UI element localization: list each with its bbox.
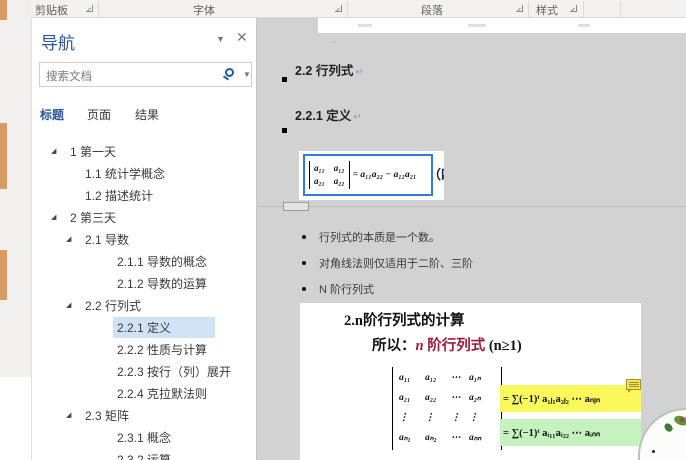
nav-tree-item[interactable]: ◢ 1.1 统计学概念 xyxy=(32,162,256,184)
comment-icon[interactable] xyxy=(626,379,641,393)
dialog-launcher-icon[interactable] xyxy=(335,5,342,12)
tab-headings[interactable]: 标题 xyxy=(40,106,64,123)
navigation-tabs: 标题 页面 结果 xyxy=(32,104,256,124)
bullet-item: 行列式的本质是一个数。 xyxy=(302,229,440,244)
dialog-launcher-icon[interactable] xyxy=(86,5,93,12)
matrix-cell: ⋮ xyxy=(451,413,461,423)
doc-heading-2-2: 2.2 行列式 ↵ xyxy=(295,64,364,78)
slide-subtitle: 所以：n 阶行列式 (n≥1) xyxy=(372,338,522,354)
tab-pages[interactable]: 页面 xyxy=(87,106,111,123)
chevron-down-icon[interactable]: ▼ xyxy=(216,34,225,44)
nav-tree-item[interactable]: ◢ 1.2 描述统计 xyxy=(32,184,256,206)
word-window: 剪贴板 字体 段落 样式 导航 ▼ ✕ 搜索文档 ▼ 标题 页面 结果 ◢ 1 … xyxy=(0,0,686,460)
ribbon-group-labels: 剪贴板 字体 段落 样式 xyxy=(31,0,686,18)
expand-triangle-icon[interactable]: ◢ xyxy=(51,213,60,221)
nav-tree-item[interactable]: ◢ 2.3.2 运算 xyxy=(32,448,256,460)
pilcrow-mark: ↵ xyxy=(355,67,364,78)
dropdown-caret-icon[interactable]: ▼ xyxy=(243,70,251,79)
nav-tree-item[interactable]: ◢ 2.2.2 性质与计算 xyxy=(32,338,256,360)
matrix-cell: aₙ₂ xyxy=(425,433,437,443)
determinant-nxn: a₁₁ a₁₂ ⋯ a₁ₙ a₂₁ a₂₂ ⋯ a₂ₙ ⋮ ⋮ ⋮ ⋮ aₙ₁ aₙ₂ ⋯ aₙₙ xyxy=(392,367,502,450)
nav-tree-item[interactable]: ◢ 2.2 行列式 xyxy=(32,294,256,316)
page-break-line[interactable] xyxy=(258,206,686,207)
page-break-tab[interactable] xyxy=(283,202,309,211)
nav-tree-item[interactable]: ◢ 2 第三天 xyxy=(32,206,256,228)
matrix-cell: ⋯ xyxy=(451,373,461,383)
nav-tree-item[interactable]: ◢ 2.2.3 按行（列）展开 xyxy=(32,360,256,382)
matrix-cell: ⋮ xyxy=(425,413,435,423)
formula-rhs: = a₁₁a₂₂ − a₁₂a₂₁ xyxy=(352,170,417,180)
nav-tree-item[interactable]: ◢ 2.2.4 克拉默法则 xyxy=(32,382,256,404)
dialog-launcher-icon[interactable] xyxy=(516,5,523,12)
nav-tree-item[interactable]: ◢ 2.1 导数 xyxy=(32,228,256,250)
heading-anchor-square xyxy=(282,128,287,133)
matrix-cell: aₙₙ xyxy=(469,433,482,443)
bullet-item: N 阶行列式 xyxy=(302,281,374,296)
left-gutter xyxy=(0,0,31,460)
formula-suffix-clipped: （四 xyxy=(428,167,444,182)
search-icon[interactable] xyxy=(225,68,234,77)
nav-tree-item[interactable]: ◢ 2.1.1 导数的概念 xyxy=(32,250,256,272)
leaf-decoration xyxy=(663,421,674,434)
bullet-dot xyxy=(302,286,306,291)
bullet-dot xyxy=(302,234,306,239)
matrix-cell: a₂₂ xyxy=(425,393,437,403)
slide-title: 2.n阶行列式的计算 xyxy=(344,313,465,329)
ribbon-group-styles: 样式 xyxy=(536,5,558,17)
ribbon-group-clipboard: 剪贴板 xyxy=(35,5,68,17)
matrix-cell: a₂₁ xyxy=(399,393,411,403)
matrix-cell: a₂ₙ xyxy=(469,393,481,403)
matrix-cell: a₁₂ xyxy=(425,373,437,383)
background-window-sliver xyxy=(0,0,7,20)
nav-tree-item[interactable]: ◢ 1 第一天 xyxy=(32,140,256,162)
matrix-cell: ⋮ xyxy=(399,413,409,423)
ribbon-group-paragraph: 段落 xyxy=(421,5,443,17)
doc-heading-2-2-1: 2.2.1 定义 ↵ xyxy=(295,109,362,123)
search-input[interactable]: 搜索文档 ▼ xyxy=(39,62,252,87)
matrix-cell: ⋯ xyxy=(451,393,461,403)
formula-blue-frame: a₁₁ a₁₂ a₂₁ a₂₂ = a₁₁a₂₂ − a₁₂a₂₁ xyxy=(303,154,433,196)
navigation-pane: 导航 ▼ ✕ 搜索文档 ▼ 标题 页面 结果 ◢ 1 第一天 ◢ 1.1 统计学… xyxy=(31,18,257,460)
matrix-cell: ⋮ xyxy=(469,413,479,423)
slide-image-n-order-determinant[interactable]: 2.n阶行列式的计算 所以：n 阶行列式 (n≥1) a₁₁ a₁₂ ⋯ a₁ₙ a₂₁… xyxy=(300,303,641,460)
page-above-strip xyxy=(318,18,686,33)
nav-tree-item[interactable]: ◢ 2.3.1 概念 xyxy=(32,426,256,448)
matrix-cell: aₙ₁ xyxy=(399,433,411,443)
close-icon[interactable]: ✕ xyxy=(236,29,248,46)
nav-tree-item[interactable]: ◢ 2.1.2 导数的运算 xyxy=(32,272,256,294)
equation-green-highlight: = ∑(−1)ᵗ aᵢ₁₁aᵢ₂₂ ⋯ aᵢₙₙ xyxy=(500,419,641,446)
matrix-cell: a₁₁ xyxy=(399,373,411,383)
search-placeholder: 搜索文档 xyxy=(46,71,92,83)
paragraph-mark: ⌐ xyxy=(332,38,337,47)
navigation-pane-title: 导航 xyxy=(41,34,75,53)
stamp-red-dot xyxy=(680,418,684,422)
determinant-2x2: a₁₁ a₁₂ a₂₁ a₂₂ xyxy=(309,161,350,189)
expand-triangle-icon[interactable]: ◢ xyxy=(66,235,75,243)
stamp-dot xyxy=(652,450,655,453)
background-window-sliver xyxy=(0,250,7,300)
ribbon-group-font: 字体 xyxy=(193,5,215,17)
formula-image-2x2-determinant[interactable]: a₁₁ a₁₂ a₂₁ a₂₂ = a₁₁a₂₂ − a₁₂a₂₁ （四 xyxy=(299,151,444,200)
matrix-cell: a₁ₙ xyxy=(469,373,481,383)
headings-tree: ◢ 1 第一天 ◢ 1.1 统计学概念 ◢ 1.2 描述统计 ◢ 2 第三天 ◢… xyxy=(32,140,256,460)
expand-triangle-icon[interactable]: ◢ xyxy=(66,301,75,309)
dialog-launcher-icon[interactable] xyxy=(570,5,577,12)
pilcrow-mark: ↵ xyxy=(353,112,362,123)
nav-tree-item[interactable]: ◢ 2.2.1 定义 xyxy=(32,316,256,338)
bullet-item: 对角线法则仅适用于二阶、三阶 xyxy=(302,255,473,270)
heading-anchor-square xyxy=(282,77,287,82)
decorative-stamp: 中 xyxy=(638,408,686,460)
background-window-sliver xyxy=(0,377,31,460)
tab-results[interactable]: 结果 xyxy=(135,106,159,123)
nav-tree-item[interactable]: ◢ 2.3 矩阵 xyxy=(32,404,256,426)
bullet-dot xyxy=(302,260,306,265)
background-window-sliver xyxy=(0,123,7,189)
matrix-cell: ⋯ xyxy=(451,433,461,443)
expand-triangle-icon[interactable]: ◢ xyxy=(51,147,60,155)
document-canvas[interactable]: ⌐ 2.2 行列式 ↵ 2.2.1 定义 ↵ a₁₁ a₁₂ a₂₁ a₂₂ = a… xyxy=(258,18,686,460)
expand-triangle-icon[interactable]: ◢ xyxy=(66,411,75,419)
equation-yellow-highlight: = ∑(−1)ᵗ a₁ⱼ₁a₂ⱼ₂ ⋯ aₙⱼₙ xyxy=(500,385,641,412)
